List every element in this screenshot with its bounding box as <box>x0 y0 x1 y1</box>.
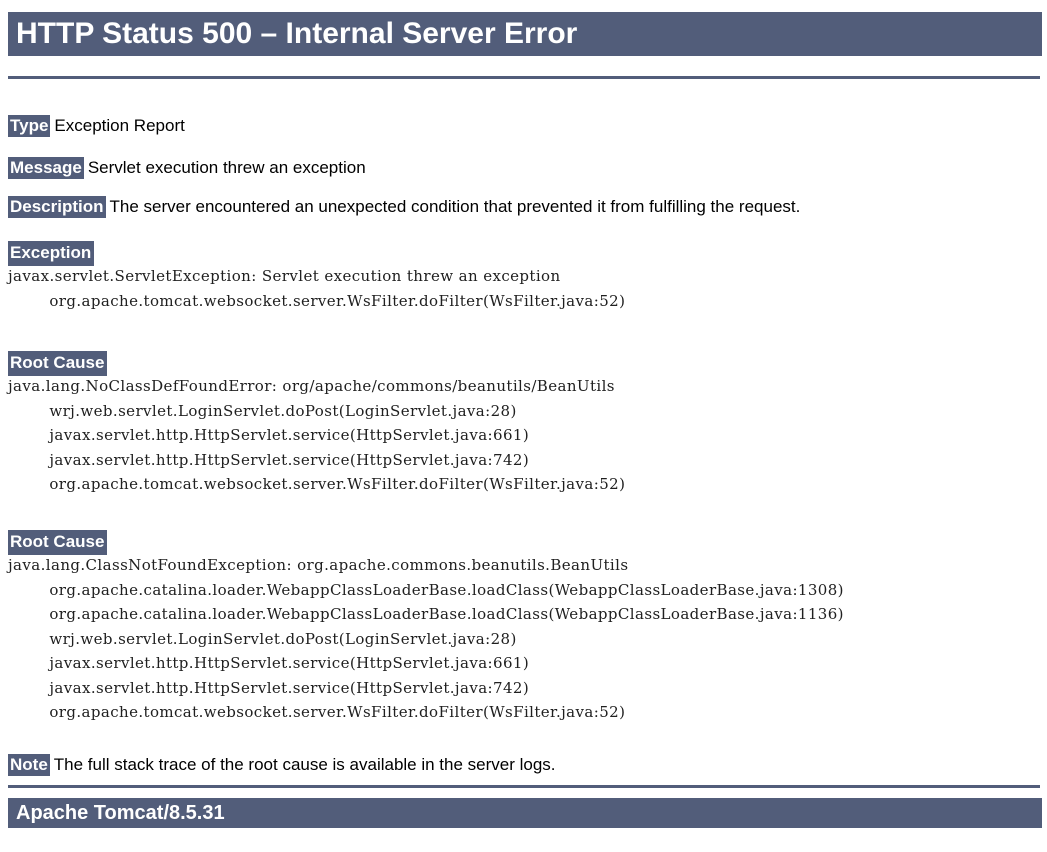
field-note-label: Note <box>8 754 50 776</box>
section-heading-root-cause-1: Root Cause <box>8 350 108 376</box>
field-message-value: Servlet execution threw an exception <box>87 158 366 177</box>
field-description: Description The server encountered an une… <box>8 196 800 218</box>
field-type-label: Type <box>8 115 51 137</box>
field-note: Note The full stack trace of the root cau… <box>8 754 556 776</box>
stacktrace-root-cause-1: java.lang.NoClassDefFoundError: org/apac… <box>8 377 626 493</box>
field-type: Type Exception Report <box>8 115 185 137</box>
error-page: HTTP Status 500 – Internal Server Error … <box>0 0 1047 852</box>
stacktrace-exception: javax.servlet.ServletException: Servlet … <box>8 267 626 310</box>
section-heading-root-cause-1-text: Root Cause <box>8 350 108 376</box>
section-heading-root-cause-2-text: Root Cause <box>8 529 108 555</box>
page-title: HTTP Status 500 – Internal Server Error <box>8 12 1042 56</box>
field-type-value: Exception Report <box>54 116 185 135</box>
footer-server-version: Apache Tomcat/8.5.31 <box>8 798 1042 828</box>
field-description-value: The server encountered an unexpected con… <box>109 197 801 216</box>
field-message: Message Servlet execution threw an except… <box>8 157 366 179</box>
stacktrace-root-cause-2: java.lang.ClassNotFoundException: org.ap… <box>8 556 844 721</box>
field-description-label: Description <box>8 196 106 218</box>
field-message-label: Message <box>8 157 84 179</box>
divider-bottom <box>8 785 1040 788</box>
section-heading-exception-text: Exception <box>8 240 95 266</box>
section-heading-exception: Exception <box>8 240 95 266</box>
divider-top <box>8 76 1040 79</box>
field-note-value: The full stack trace of the root cause i… <box>53 755 556 774</box>
section-heading-root-cause-2: Root Cause <box>8 529 108 555</box>
